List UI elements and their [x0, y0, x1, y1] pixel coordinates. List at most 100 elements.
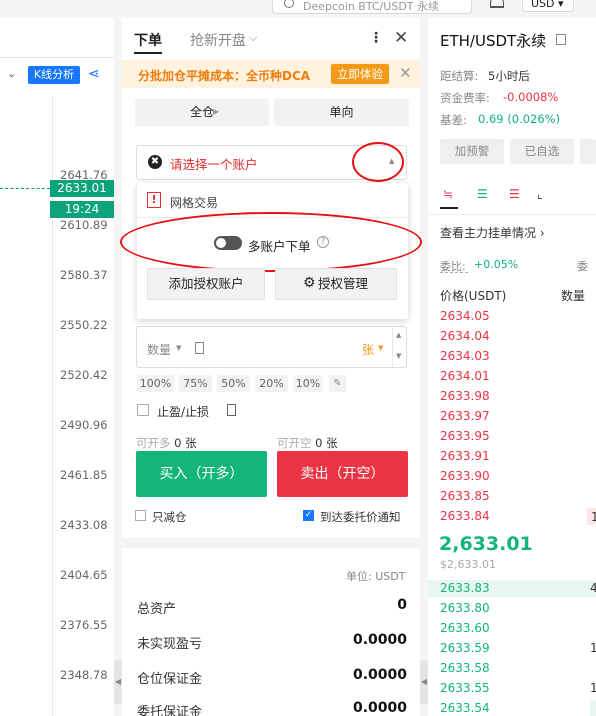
basis-label: 基差:	[440, 113, 467, 127]
position-mode-button[interactable]: 单向	[274, 99, 409, 126]
tpsl-label: 止盈/止损	[157, 405, 210, 419]
gear-icon: ⚙	[303, 275, 316, 291]
funding-label: 资金费率:	[440, 91, 490, 105]
ask-row[interactable]: 2634.05	[440, 309, 490, 323]
book-depth-icon[interactable]: ⌞	[537, 188, 550, 200]
grid-trading-option[interactable]: 网格交易	[170, 194, 218, 211]
percent-button-75[interactable]: 75%	[179, 375, 212, 392]
edit-icon[interactable]: ✎	[329, 375, 346, 392]
tpsl-checkbox[interactable]	[137, 404, 149, 416]
account-icon: ✖	[148, 155, 162, 169]
collapse-handle-left[interactable]: ◀	[114, 660, 122, 704]
bid-qty: 1	[590, 641, 596, 655]
dca-try-button[interactable]: 立即体验	[331, 64, 389, 84]
favorite-button[interactable]: 已自选	[510, 139, 574, 164]
percent-button-100[interactable]: 100%	[137, 375, 174, 392]
bell-icon[interactable]	[490, 0, 504, 8]
ask-row[interactable]: 2634.03	[440, 349, 490, 363]
asset-value: 0.0000	[352, 632, 407, 648]
layout-underline	[440, 207, 458, 209]
search-input[interactable]: Deepcoin BTC/USDT 永续	[272, 0, 472, 14]
bid-row[interactable]: 2633.60	[440, 621, 490, 635]
ask-row[interactable]: 2633.95	[440, 429, 490, 443]
mark-price: $2,633.01	[440, 558, 496, 571]
unit-select[interactable]: 张	[362, 341, 374, 358]
more-button[interactable]	[580, 139, 596, 164]
bid-row[interactable]: 2633.80	[440, 601, 490, 615]
bid-row[interactable]: 2633.55	[440, 681, 490, 695]
add-authorized-account-button[interactable]: 添加授权账户	[147, 268, 265, 300]
notify-checkbox[interactable]: ✓	[303, 510, 314, 521]
ask-row[interactable]: 2633.90	[440, 469, 490, 483]
can-open-short-value: 0 张	[315, 436, 338, 450]
asset-label: 未实现盈亏	[137, 637, 203, 652]
book-asks-icon[interactable]: ☰	[509, 188, 522, 200]
tab-order[interactable]: 下单	[134, 30, 162, 50]
chevron-down-icon[interactable]: ⌵	[249, 31, 257, 45]
copy-icon[interactable]	[556, 34, 566, 45]
axis-tick: 2490.96	[60, 418, 108, 432]
ask-row[interactable]: 2633.97	[440, 409, 490, 423]
margin-mode-button[interactable]: 全仓	[135, 99, 269, 126]
ask-row[interactable]: 2633.91	[440, 449, 490, 463]
close-icon[interactable]: ✕	[399, 64, 412, 82]
stepper-down-icon[interactable]: ▼	[396, 352, 401, 360]
asset-value: 0.0000	[352, 667, 407, 683]
quantity-label[interactable]: 数量	[147, 341, 171, 358]
bid-row[interactable]: 2633.58	[440, 661, 490, 675]
notify-label: 到达委托价通知	[320, 510, 401, 524]
book-bids-icon[interactable]: ☰	[477, 188, 490, 200]
chart-toolbar	[0, 18, 114, 58]
caret-right-icon: ▶	[213, 107, 220, 116]
buy-open-long-button[interactable]: 买入（开多）	[136, 451, 267, 497]
caret-down-icon[interactable]: ▼	[176, 344, 181, 352]
currency-select[interactable]: USD ▾	[522, 0, 574, 12]
percent-button-50[interactable]: 50%	[217, 375, 250, 392]
authorization-manage-button[interactable]: 授权管理	[275, 268, 397, 300]
main-orders-link[interactable]: 查看主力挂单情况 ›	[440, 224, 545, 241]
can-open-short: 可开空 0 张	[277, 435, 338, 451]
sell-open-short-button[interactable]: 卖出（开空）	[277, 451, 408, 497]
bid-depth-bar	[590, 700, 596, 716]
ask-row[interactable]: 2633.98	[440, 389, 490, 403]
axis-tick: 2348.78	[60, 668, 108, 682]
add-alert-button[interactable]: 加预警	[440, 139, 504, 164]
ask-row[interactable]: 2633.84	[440, 509, 490, 523]
divider	[428, 214, 596, 215]
ask-row[interactable]: 2633.85	[440, 489, 490, 503]
ask-row[interactable]: 2634.04	[440, 329, 490, 343]
book-both-icon[interactable]: ≒	[443, 188, 456, 200]
section-separator	[122, 538, 420, 548]
asset-value: 0	[397, 597, 407, 613]
percent-button-20[interactable]: 20%	[255, 375, 288, 392]
funding-value: -0.0008%	[503, 90, 559, 104]
bid-row[interactable]: 2633.83	[440, 581, 490, 595]
more-icon[interactable]: ⋮	[369, 30, 383, 46]
kline-analysis-button[interactable]: K线分析	[28, 66, 80, 84]
bid-row[interactable]: 2633.59	[440, 641, 490, 655]
ask-row[interactable]: 2634.01	[440, 369, 490, 383]
candle-countdown: 19:24	[50, 201, 114, 218]
percent-button-10[interactable]: 10%	[293, 375, 323, 392]
collapse-handle-mid[interactable]: ◀	[420, 660, 428, 704]
close-icon[interactable]: ✕	[394, 28, 408, 48]
divider	[392, 327, 393, 367]
share-icon[interactable]: ⋖	[88, 67, 102, 81]
calculator-icon[interactable]	[195, 342, 204, 354]
chevron-down-icon[interactable]: ⌄	[7, 67, 16, 80]
ratio-label-cut: 委	[577, 260, 588, 273]
caret-down-icon[interactable]: ▼	[378, 344, 383, 352]
assets-unit: 单位: USDT	[346, 570, 406, 583]
current-price-tag: 2633.01	[50, 180, 114, 197]
calculator-icon[interactable]	[227, 404, 236, 416]
pair-title: ETH/USDT永续	[440, 32, 547, 50]
reduce-only-checkbox[interactable]	[135, 510, 146, 521]
stepper-up-icon[interactable]: ▲	[396, 331, 401, 339]
account-placeholder: 请选择一个账户	[170, 157, 258, 172]
bid-row[interactable]: 2633.54	[440, 701, 490, 715]
can-open-long-label: 可开多	[136, 436, 171, 450]
asset-label: 总资产	[137, 602, 177, 617]
ratio-underline	[440, 272, 468, 273]
current-price-line	[0, 188, 50, 189]
tab-grab-new-listing[interactable]: 抢新开盘	[190, 30, 246, 50]
